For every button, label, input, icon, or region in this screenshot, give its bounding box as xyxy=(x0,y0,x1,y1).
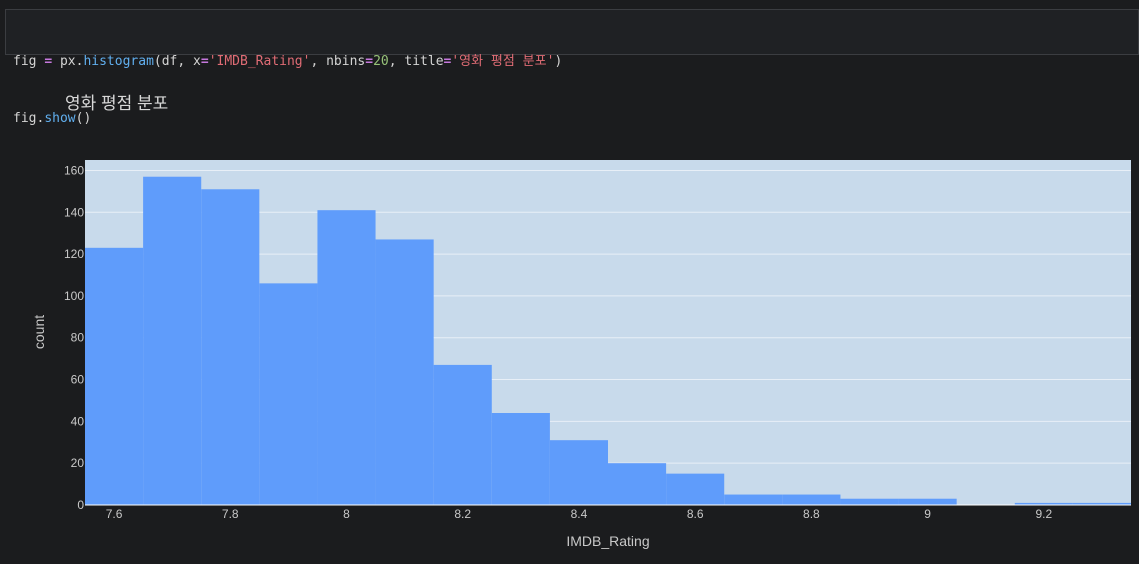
x-axis-ticks: 7.6 7.8 8 8.2 8.4 8.6 8.8 9 9.2 xyxy=(106,507,1053,521)
y-tick-label: 40 xyxy=(71,414,85,428)
histogram-bar[interactable] xyxy=(85,247,144,505)
y-tick-label: 80 xyxy=(71,331,85,345)
y-tick-label: 140 xyxy=(64,205,84,219)
histogram-bar[interactable] xyxy=(143,176,202,505)
y-tick-label: 160 xyxy=(64,163,84,177)
y-axis-ticks: 0 20 40 60 80 100 120 140 160 xyxy=(64,163,84,512)
histogram-chart: 영화 평점 분포 0 20 40 60 80 100 120 140 160 7.6 7.8 8 8.… xyxy=(31,94,1131,549)
x-tick-label: 8.8 xyxy=(803,507,820,521)
y-axis-title: count xyxy=(31,315,47,349)
histogram-bar[interactable] xyxy=(433,364,492,505)
histogram-bar[interactable] xyxy=(666,473,725,505)
histogram-bar[interactable] xyxy=(724,494,783,505)
y-tick-label: 100 xyxy=(64,289,84,303)
x-tick-label: 7.8 xyxy=(222,507,239,521)
x-tick-label: 8.6 xyxy=(687,507,704,521)
x-tick-label: 8.2 xyxy=(454,507,471,521)
y-tick-label: 20 xyxy=(71,456,85,470)
histogram-bar[interactable] xyxy=(259,283,318,505)
x-axis-title: IMDB_Rating xyxy=(566,533,649,549)
x-tick-label: 8.4 xyxy=(571,507,588,521)
histogram-bar[interactable] xyxy=(898,498,957,505)
x-tick-label: 9 xyxy=(924,507,931,521)
histogram-bar[interactable] xyxy=(491,413,550,505)
y-tick-label: 120 xyxy=(64,247,84,261)
x-tick-label: 8 xyxy=(343,507,350,521)
histogram-bar[interactable] xyxy=(782,494,841,505)
histogram-bar[interactable] xyxy=(317,210,376,505)
y-tick-label: 0 xyxy=(77,498,84,512)
histogram-bar[interactable] xyxy=(840,498,899,505)
chart-title: 영화 평점 분포 xyxy=(65,94,168,113)
x-tick-label: 9.2 xyxy=(1035,507,1052,521)
histogram-bar[interactable] xyxy=(549,440,608,505)
histogram-bar[interactable] xyxy=(375,239,434,506)
x-tick-label: 7.6 xyxy=(106,507,123,521)
y-tick-label: 60 xyxy=(71,373,85,387)
histogram-bar[interactable] xyxy=(201,189,260,506)
histogram-bar[interactable] xyxy=(608,463,667,505)
